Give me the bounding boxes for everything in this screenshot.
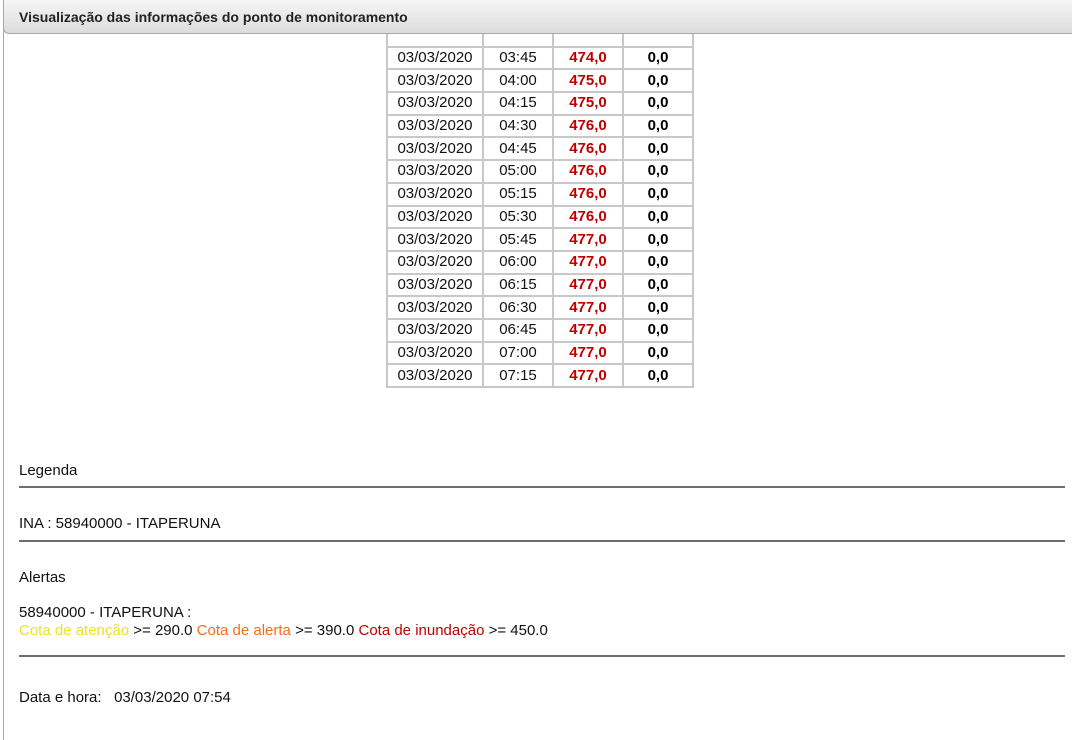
legend-station: INA : 58940000 - ITAPERUNA xyxy=(19,515,221,532)
table-row: 03/03/2020 05:45 477,0 0,0 xyxy=(387,228,693,251)
reading-level: 477,0 xyxy=(553,318,623,342)
reading-level: 476,0 xyxy=(553,160,623,183)
reading-level: 477,0 xyxy=(553,364,623,387)
reading-time: 06:15 xyxy=(483,273,553,297)
readings-table: 03/03/2020 03:45 474,0 0,0 03/03/2020 04:00 47… xyxy=(386,23,694,388)
reading-time: 04:45 xyxy=(483,137,553,161)
reading-level: 476,0 xyxy=(553,114,623,138)
cota-atencao-value: >= 290.0 xyxy=(133,622,193,639)
reading-time: 05:45 xyxy=(483,228,553,251)
reading-level: 477,0 xyxy=(553,250,623,274)
reading-level: 475,0 xyxy=(553,69,623,93)
reading-date: 03/03/2020 xyxy=(387,92,483,115)
table-row: 03/03/2020 06:30 477,0 0,0 xyxy=(387,296,693,319)
reading-date: 03/03/2020 xyxy=(387,318,483,342)
reading-level: 476,0 xyxy=(553,182,623,206)
datetime-value: 03/03/2020 07:54 xyxy=(114,689,231,706)
reading-rain: 0,0 xyxy=(623,273,693,297)
reading-time: 06:30 xyxy=(483,296,553,319)
readings-table-body: 03/03/2020 03:45 474,0 0,0 03/03/2020 04:00 47… xyxy=(387,24,693,387)
reading-rain: 0,0 xyxy=(623,341,693,365)
reading-rain: 0,0 xyxy=(623,364,693,387)
cota-alerta-label: Cota de alerta xyxy=(196,622,291,639)
reading-rain: 0,0 xyxy=(623,137,693,161)
table-row: 03/03/2020 03:45 474,0 0,0 xyxy=(387,46,693,70)
reading-time: 04:15 xyxy=(483,92,553,115)
table-row: 03/03/2020 07:15 477,0 0,0 xyxy=(387,364,693,387)
reading-rain: 0,0 xyxy=(623,160,693,183)
table-row: 03/03/2020 05:30 476,0 0,0 xyxy=(387,205,693,229)
reading-level: 474,0 xyxy=(553,46,623,70)
reading-date: 03/03/2020 xyxy=(387,182,483,206)
legend-heading: Legenda xyxy=(19,462,78,479)
reading-rain: 0,0 xyxy=(623,205,693,229)
reading-rain: 0,0 xyxy=(623,92,693,115)
reading-rain: 0,0 xyxy=(623,228,693,251)
reading-date: 03/03/2020 xyxy=(387,205,483,229)
table-row: 03/03/2020 04:15 475,0 0,0 xyxy=(387,92,693,115)
reading-rain: 0,0 xyxy=(623,250,693,274)
reading-level: 477,0 xyxy=(553,341,623,365)
reading-level: 477,0 xyxy=(553,296,623,319)
alerts-divider xyxy=(19,655,1065,657)
reading-rain: 0,0 xyxy=(623,69,693,93)
cota-inundacao-value: >= 450.0 xyxy=(488,622,548,639)
table-row: 03/03/2020 04:45 476,0 0,0 xyxy=(387,137,693,161)
datetime-label: Data e hora: xyxy=(19,689,102,706)
readings-table-container[interactable]: 03/03/2020 03:45 474,0 0,0 03/03/2020 04:00 47… xyxy=(386,23,694,388)
datetime-row: Data e hora: 03/03/2020 07:54 xyxy=(19,689,231,706)
reading-rain: 0,0 xyxy=(623,182,693,206)
reading-date: 03/03/2020 xyxy=(387,364,483,387)
reading-date: 03/03/2020 xyxy=(387,273,483,297)
panel-titlebar: Visualização das informações do ponto de… xyxy=(3,0,1072,34)
reading-time: 03:45 xyxy=(483,46,553,70)
reading-level: 477,0 xyxy=(553,273,623,297)
table-row: 03/03/2020 05:00 476,0 0,0 xyxy=(387,160,693,183)
reading-time: 07:15 xyxy=(483,364,553,387)
reading-date: 03/03/2020 xyxy=(387,46,483,70)
reading-date: 03/03/2020 xyxy=(387,296,483,319)
station-divider xyxy=(19,540,1065,542)
reading-date: 03/03/2020 xyxy=(387,69,483,93)
table-row: 03/03/2020 06:15 477,0 0,0 xyxy=(387,273,693,297)
reading-time: 04:00 xyxy=(483,69,553,93)
page-title: Visualização das informações do ponto de… xyxy=(19,9,408,25)
reading-time: 05:30 xyxy=(483,205,553,229)
reading-time: 06:45 xyxy=(483,318,553,342)
reading-date: 03/03/2020 xyxy=(387,250,483,274)
reading-rain: 0,0 xyxy=(623,114,693,138)
legend-divider xyxy=(19,486,1065,488)
reading-level: 476,0 xyxy=(553,137,623,161)
table-row: 03/03/2020 06:45 477,0 0,0 xyxy=(387,318,693,342)
reading-time: 04:30 xyxy=(483,114,553,138)
reading-date: 03/03/2020 xyxy=(387,114,483,138)
cota-alerta-value: >= 390.0 xyxy=(295,622,355,639)
table-row: 03/03/2020 05:15 476,0 0,0 xyxy=(387,182,693,206)
alerts-station: 58940000 - ITAPERUNA : xyxy=(19,604,192,621)
cota-atencao-label: Cota de atenção xyxy=(19,622,130,639)
reading-date: 03/03/2020 xyxy=(387,228,483,251)
alert-thresholds: Cota de atenção >= 290.0 Cota de alerta … xyxy=(19,622,548,639)
cota-inundacao-label: Cota de inundação xyxy=(358,622,485,639)
table-row: 03/03/2020 04:30 476,0 0,0 xyxy=(387,114,693,138)
reading-time: 07:00 xyxy=(483,341,553,365)
table-row: 03/03/2020 04:00 475,0 0,0 xyxy=(387,69,693,93)
alerts-heading: Alertas xyxy=(19,569,66,586)
reading-date: 03/03/2020 xyxy=(387,160,483,183)
reading-date: 03/03/2020 xyxy=(387,137,483,161)
table-row: 03/03/2020 06:00 477,0 0,0 xyxy=(387,250,693,274)
reading-time: 05:00 xyxy=(483,160,553,183)
reading-time: 05:15 xyxy=(483,182,553,206)
reading-level: 475,0 xyxy=(553,92,623,115)
reading-level: 477,0 xyxy=(553,228,623,251)
reading-rain: 0,0 xyxy=(623,318,693,342)
reading-rain: 0,0 xyxy=(623,46,693,70)
reading-rain: 0,0 xyxy=(623,296,693,319)
table-row: 03/03/2020 07:00 477,0 0,0 xyxy=(387,341,693,365)
reading-level: 476,0 xyxy=(553,205,623,229)
reading-time: 06:00 xyxy=(483,250,553,274)
reading-date: 03/03/2020 xyxy=(387,341,483,365)
